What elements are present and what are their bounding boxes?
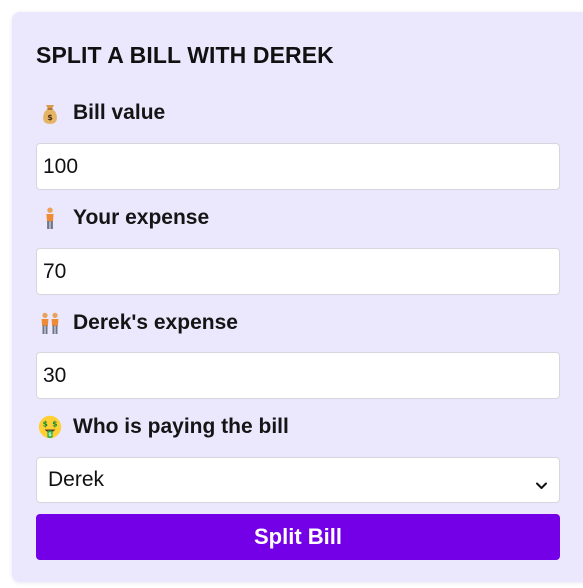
your-expense-input[interactable] [36, 248, 560, 295]
money-mouth-face-icon: $ $ $ [37, 414, 63, 440]
payer-select[interactable]: Derek [36, 457, 560, 503]
payer-label-row: $ $ $ Who is paying the bill [37, 414, 289, 440]
friend-expense-label: Derek's expense [73, 311, 238, 334]
your-expense-label: Your expense [73, 206, 210, 229]
bill-value-input[interactable] [36, 143, 560, 190]
split-bill-form: SPLIT A BILL WITH DEREK $ Bill value You… [12, 12, 583, 582]
svg-text:$: $ [43, 419, 48, 428]
svg-text:$: $ [52, 419, 57, 428]
split-bill-button[interactable]: Split Bill [36, 514, 560, 560]
chevron-down-icon [535, 474, 548, 489]
friend-expense-input[interactable] [36, 352, 560, 399]
your-expense-label-row: Your expense [37, 205, 209, 231]
people-icon [37, 310, 63, 336]
form-title: SPLIT A BILL WITH DEREK [36, 42, 334, 68]
bill-value-label: Bill value [73, 101, 166, 124]
payer-label: Who is paying the bill [73, 415, 289, 438]
payer-selected-value: Derek [48, 468, 105, 491]
bill-value-label-row: $ Bill value [37, 100, 165, 126]
svg-text:$: $ [47, 113, 53, 122]
person-icon [37, 205, 63, 231]
friend-expense-label-row: Derek's expense [37, 310, 238, 336]
money-bag-icon: $ [37, 100, 63, 126]
svg-text:$: $ [48, 432, 52, 438]
